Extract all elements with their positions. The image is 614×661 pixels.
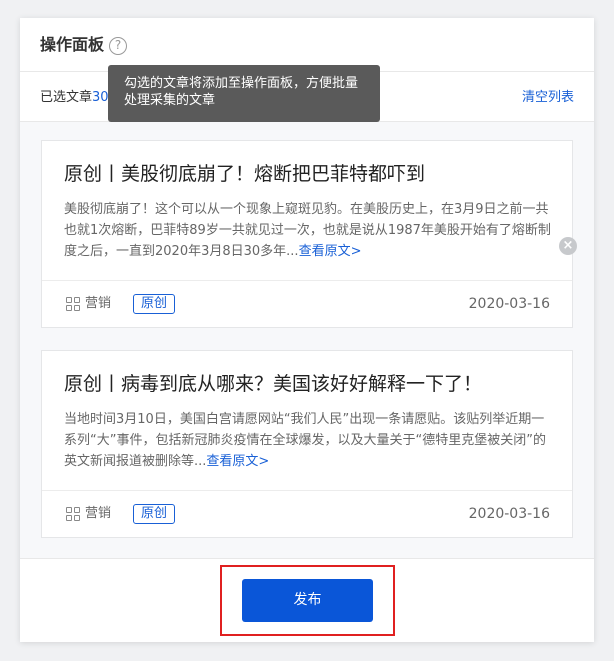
original-tag: 原创	[133, 504, 176, 524]
selected-prefix: 已选文章	[40, 90, 93, 105]
view-original-link[interactable]: 查看原文>	[299, 244, 362, 259]
grid-icon	[66, 507, 80, 521]
view-original-link[interactable]: 查看原文>	[206, 454, 269, 469]
help-icon[interactable]: ?	[109, 37, 127, 55]
article-title[interactable]: 原创丨美股彻底崩了！熔断把巴菲特都吓到	[64, 161, 554, 187]
article-category: 营销	[85, 506, 112, 521]
article-card[interactable]: 原创丨美股彻底崩了！熔断把巴菲特都吓到 美股彻底崩了！这个可以从一个现象上窥斑见…	[41, 140, 573, 328]
original-tag: 原创	[133, 294, 176, 314]
article-footer: 营销 原创 2020-03-16	[42, 280, 572, 328]
publish-button[interactable]: 发布	[242, 579, 373, 622]
article-summary: 当地时间3月10日，美国白宫请愿网站“我们人民”出现一条请愿贴。该贴列举近期一系…	[64, 409, 556, 472]
grid-icon	[66, 297, 80, 311]
article-date: 2020-03-16	[468, 506, 550, 522]
article-date: 2020-03-16	[468, 296, 550, 312]
article-card[interactable]: 原创丨病毒到底从哪来？美国该好好解释一下了！ 当地时间3月10日，美国白宫请愿网…	[41, 350, 573, 538]
selected-count: 30	[92, 90, 109, 105]
panel-header: 操作面板 ?	[20, 18, 594, 72]
close-icon[interactable]: ×	[559, 237, 577, 255]
article-list: × 原创丨美股彻底崩了！熔断把巴菲特都吓到 美股彻底崩了！这个可以从一个现象上窥…	[20, 122, 594, 558]
panel-title: 操作面板	[40, 35, 105, 54]
clear-list-link[interactable]: 清空列表	[522, 89, 574, 107]
article-category: 营销	[85, 296, 112, 311]
article-summary-text: 当地时间3月10日，美国白宫请愿网站“我们人民”出现一条请愿贴。该贴列举近期一系…	[64, 412, 546, 469]
panel-footer: 发布	[20, 558, 594, 642]
operation-panel: 操作面板 ? 勾选的文章将添加至操作面板，方便批量处理采集的文章 已选文章30篇…	[20, 18, 594, 642]
article-title[interactable]: 原创丨病毒到底从哪来？美国该好好解释一下了！	[64, 371, 554, 397]
help-tooltip: 勾选的文章将添加至操作面板，方便批量处理采集的文章	[108, 65, 380, 122]
article-footer: 营销 原创 2020-03-16	[42, 490, 572, 538]
article-summary: 美股彻底崩了！这个可以从一个现象上窥斑见豹。在美股历史上，在3月9日之前一共也就…	[64, 199, 556, 262]
